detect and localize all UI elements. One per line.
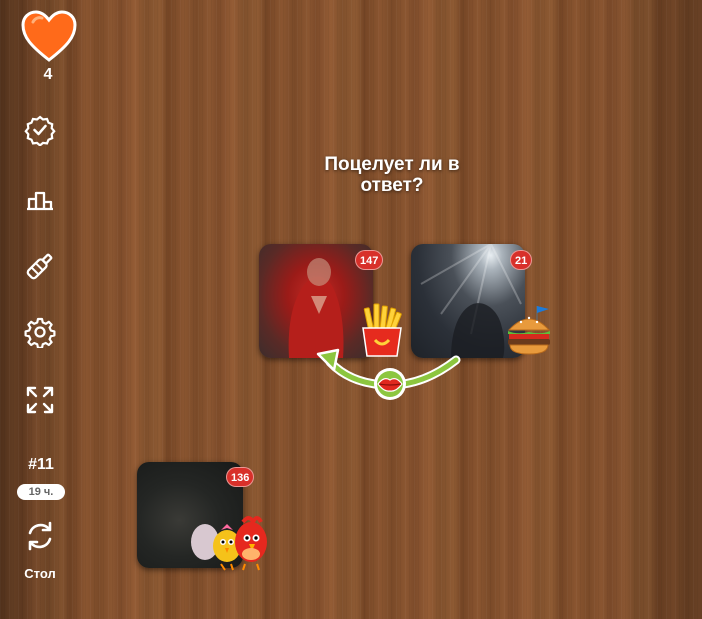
table-number: #11 xyxy=(28,456,54,473)
hearts-count: 4 xyxy=(43,66,53,83)
bottle-icon[interactable] xyxy=(22,248,58,284)
badge-check-icon[interactable] xyxy=(22,112,58,148)
player-3-count-badge: 136 xyxy=(226,467,255,487)
refresh-icon[interactable] xyxy=(22,518,58,554)
kiss-arrow xyxy=(316,348,461,400)
birds-icon xyxy=(191,516,267,571)
fullscreen-icon[interactable] xyxy=(22,382,58,418)
player-2-count-badge: 21 xyxy=(510,250,533,270)
gear-icon[interactable] xyxy=(22,314,58,350)
player-1-count-badge: 147 xyxy=(355,250,384,270)
burger-icon xyxy=(507,306,551,355)
game-question: Поцелует ли в ответ? xyxy=(324,154,460,196)
change-table-label[interactable]: Стол xyxy=(14,566,66,581)
table-time-badge: 19 ч. xyxy=(17,484,65,500)
heart-icon[interactable] xyxy=(21,10,77,62)
sidebar: 4 #11 19 ч. Стол xyxy=(0,0,82,619)
podium-icon[interactable] xyxy=(22,180,58,216)
player-3-card[interactable]: 136 xyxy=(137,462,267,571)
